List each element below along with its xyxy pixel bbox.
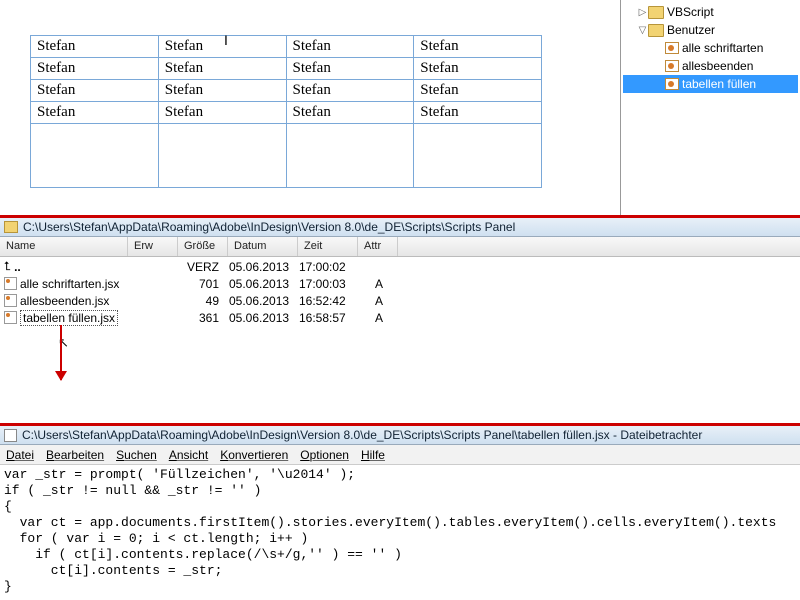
column-headers[interactable]: Name Erw Größe Datum Zeit Attr bbox=[0, 237, 800, 257]
menu-konvertieren[interactable]: Konvertieren bbox=[220, 448, 288, 462]
file-row[interactable]: alle schriftarten.jsx 701 05.06.2013 17:… bbox=[0, 275, 800, 292]
menu-datei[interactable]: Datei bbox=[6, 448, 34, 462]
menu-optionen[interactable]: Optionen bbox=[300, 448, 349, 462]
folder-icon bbox=[4, 221, 18, 233]
col-time[interactable]: Zeit bbox=[298, 237, 358, 256]
collapse-icon[interactable]: ▽ bbox=[637, 25, 648, 36]
script-icon bbox=[665, 60, 679, 72]
expand-icon[interactable]: ▷ bbox=[637, 7, 648, 18]
script-icon bbox=[665, 78, 679, 90]
file-manager-pane: C:\Users\Stefan\AppData\Roaming\Adobe\In… bbox=[0, 218, 800, 426]
file-manager-titlebar: C:\Users\Stefan\AppData\Roaming\Adobe\In… bbox=[0, 218, 800, 237]
indesign-document-area[interactable]: I StefanStefanStefanStefan StefanStefanS… bbox=[0, 0, 620, 215]
jsx-file-icon bbox=[4, 294, 17, 307]
code-content[interactable]: var _str = prompt( 'Füllzeichen', '\u201… bbox=[0, 465, 800, 594]
script-icon bbox=[665, 42, 679, 54]
viewer-titlebar: C:\Users\Stefan\AppData\Roaming\Adobe\In… bbox=[0, 426, 800, 445]
tree-item-vbscript[interactable]: ▷VBScript bbox=[623, 3, 798, 21]
col-erw[interactable]: Erw bbox=[128, 237, 178, 256]
tree-item-allesbeenden[interactable]: allesbeenden bbox=[623, 57, 798, 75]
col-attr[interactable]: Attr bbox=[358, 237, 398, 256]
menu-suchen[interactable]: Suchen bbox=[116, 448, 157, 462]
folder-icon bbox=[648, 24, 664, 37]
document-table[interactable]: StefanStefanStefanStefan StefanStefanSte… bbox=[30, 35, 542, 188]
file-row-selected[interactable]: tabellen füllen.jsx 361 05.06.2013 16:58… bbox=[0, 309, 800, 326]
jsx-file-icon bbox=[4, 311, 17, 324]
path-label: C:\Users\Stefan\AppData\Roaming\Adobe\In… bbox=[23, 220, 515, 234]
file-row-parent[interactable]: ⮤.. VERZ 05.06.2013 17:00:02 bbox=[0, 258, 800, 275]
col-size[interactable]: Größe bbox=[178, 237, 228, 256]
tree-item-benutzer[interactable]: ▽Benutzer bbox=[623, 21, 798, 39]
viewer-path-label: C:\Users\Stefan\AppData\Roaming\Adobe\In… bbox=[22, 428, 702, 442]
tree-item-alle-schriftarten[interactable]: alle schriftarten bbox=[623, 39, 798, 57]
text-cursor-icon: I bbox=[224, 32, 228, 48]
file-viewer-pane: C:\Users\Stefan\AppData\Roaming\Adobe\In… bbox=[0, 426, 800, 594]
menu-hilfe[interactable]: Hilfe bbox=[361, 448, 385, 462]
up-icon: ⮤ bbox=[4, 259, 11, 274]
folder-icon bbox=[648, 6, 664, 19]
annotation-arrow bbox=[60, 325, 62, 380]
scripts-panel: ▷VBScript ▽Benutzer alle schriftarten al… bbox=[620, 0, 800, 215]
menu-ansicht[interactable]: Ansicht bbox=[169, 448, 208, 462]
menu-bearbeiten[interactable]: Bearbeiten bbox=[46, 448, 104, 462]
tree-item-tabellen-fuellen[interactable]: tabellen füllen bbox=[623, 75, 798, 93]
col-date[interactable]: Datum bbox=[228, 237, 298, 256]
viewer-menubar: Datei Bearbeiten Suchen Ansicht Konverti… bbox=[0, 445, 800, 465]
document-icon bbox=[4, 429, 17, 442]
table-cell[interactable]: Stefan bbox=[31, 36, 159, 58]
file-row[interactable]: allesbeenden.jsx 49 05.06.2013 16:52:42 … bbox=[0, 292, 800, 309]
col-name[interactable]: Name bbox=[0, 237, 128, 256]
jsx-file-icon bbox=[4, 277, 17, 290]
